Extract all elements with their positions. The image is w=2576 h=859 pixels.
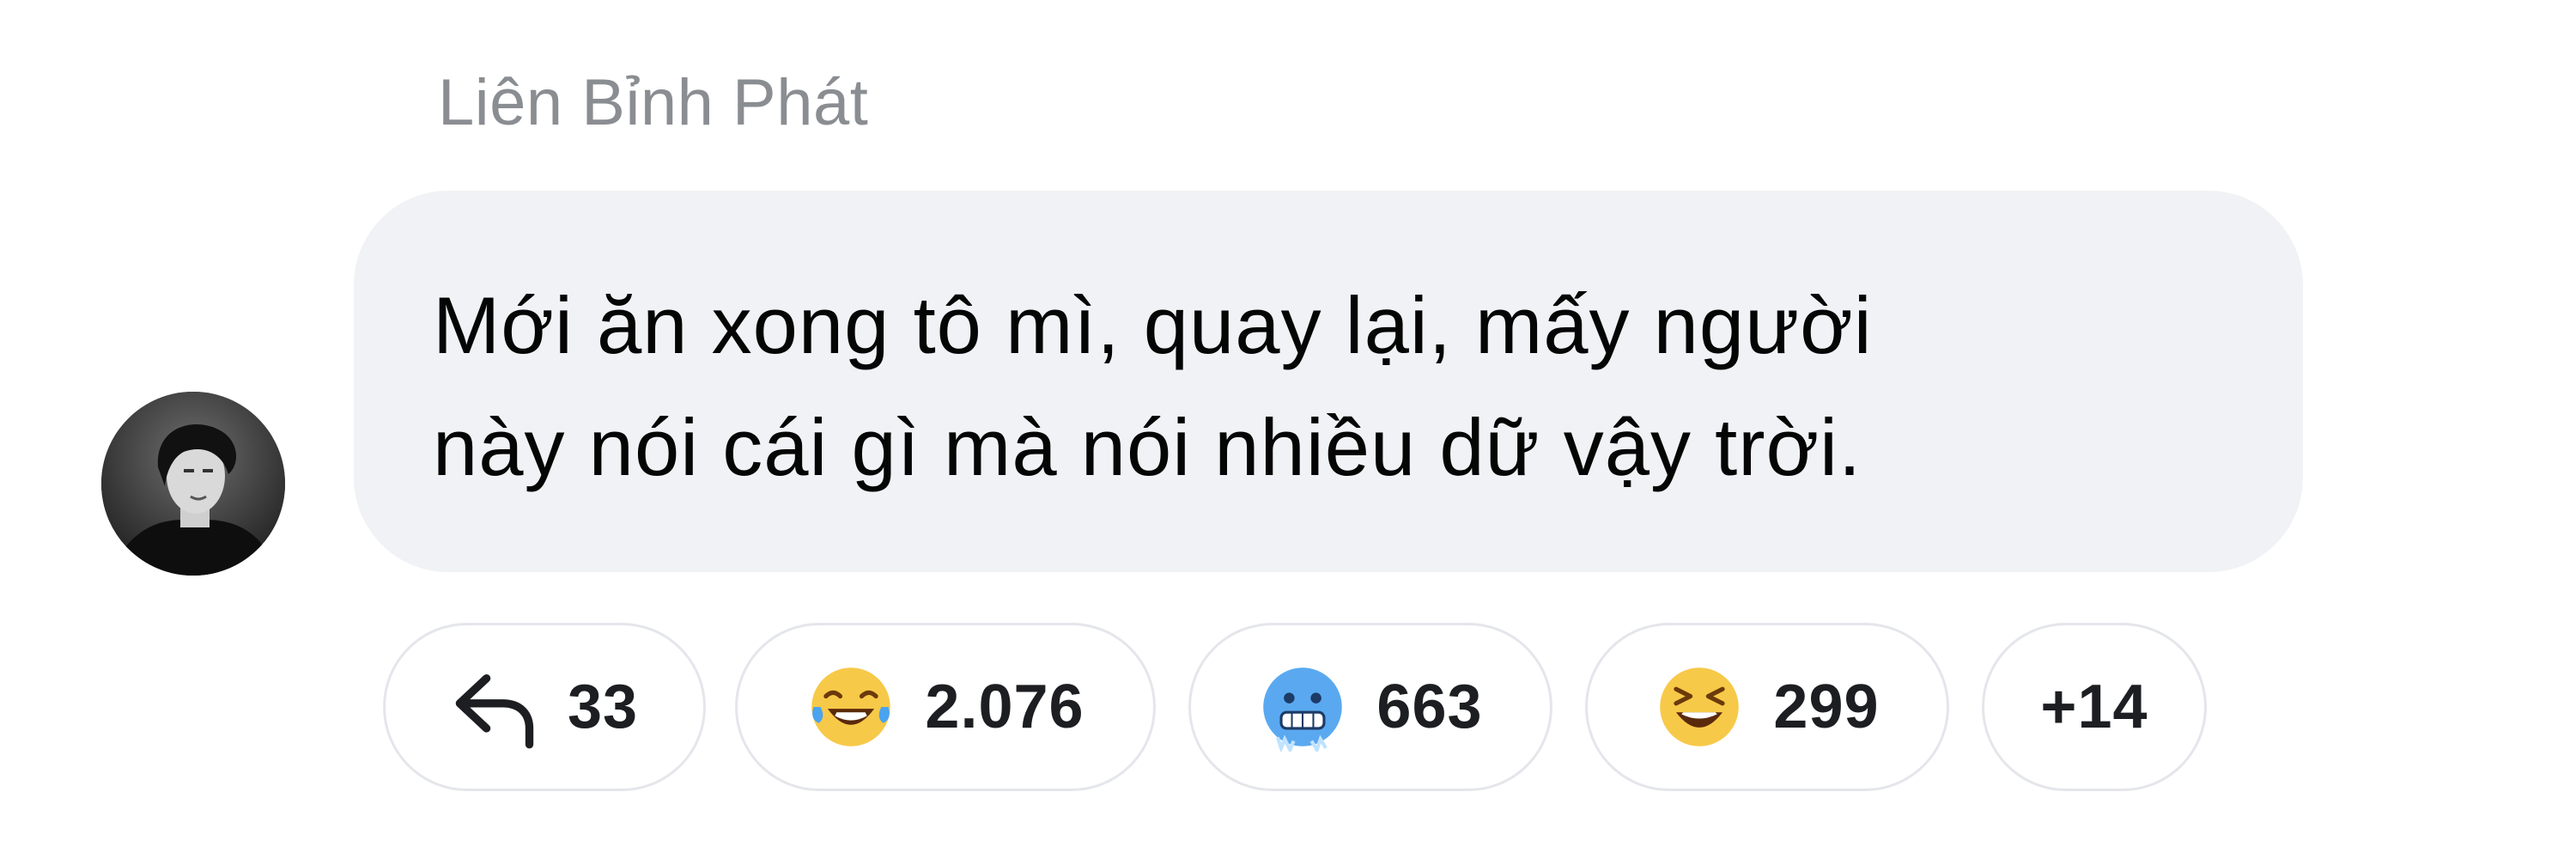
reaction-grinning-button[interactable]: 299 [1585, 623, 1949, 791]
more-reactions-button[interactable]: +14 [1982, 623, 2207, 791]
reaction-laughing-count: 2.076 [925, 673, 1084, 741]
avatar-photo-icon [101, 392, 285, 576]
avatar[interactable] [101, 392, 285, 576]
reaction-cold-button[interactable]: 663 [1188, 623, 1552, 791]
grinning-squint-emoji-icon [1660, 667, 1740, 746]
laughing-tears-emoji-icon [811, 667, 891, 746]
reaction-grinning-count: 299 [1773, 673, 1880, 741]
comment-author-name[interactable]: Liên Bỉnh Phát [438, 62, 868, 144]
reply-count: 33 [567, 673, 639, 741]
comment-text-line: này nói cái gì mà nói nhiều dữ vậy trời. [433, 402, 1862, 492]
reply-arrow-icon [455, 674, 534, 749]
comment-view: Liên Bỉnh Phát Mới ăn xong tô mì, quay l… [0, 0, 2576, 859]
comment-bubble[interactable]: Mới ăn xong tô mì, quay lại, mấy người n… [354, 191, 2303, 572]
reaction-laughing-button[interactable]: 2.076 [735, 623, 1156, 791]
comment-text-line: Mới ăn xong tô mì, quay lại, mấy người [433, 280, 1873, 370]
reaction-cold-count: 663 [1376, 673, 1483, 741]
more-reactions-count: +14 [2040, 673, 2148, 741]
comment-text: Mới ăn xong tô mì, quay lại, mấy người n… [433, 265, 2279, 509]
reply-button[interactable]: 33 [383, 623, 706, 791]
cold-face-emoji-icon [1263, 667, 1343, 752]
